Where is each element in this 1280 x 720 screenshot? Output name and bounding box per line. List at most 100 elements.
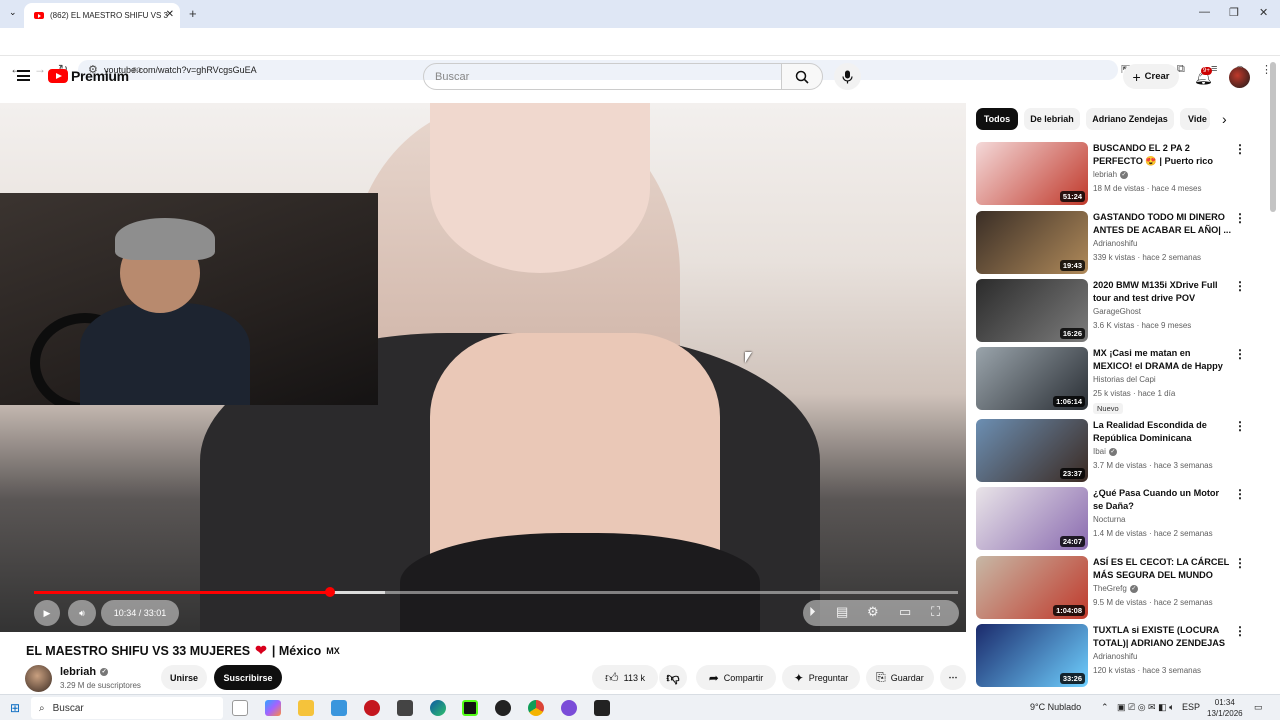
window-close-icon[interactable]: ✕: [1259, 6, 1268, 19]
recommendation-channel[interactable]: Historias del Capi: [1093, 375, 1156, 384]
mail-icon[interactable]: [397, 700, 413, 716]
recommendation-item[interactable]: 1:06:14 MX ¡Casi me matan en MEXICO! el D…: [976, 347, 1266, 414]
more-vertical-icon[interactable]: ⋮: [1234, 624, 1246, 638]
file-explorer-icon[interactable]: [298, 700, 314, 716]
recommendation-item[interactable]: 1:04:08 ASÍ ES EL CECOT: LA CÁRCEL MÁS SE…: [976, 556, 1266, 620]
discord-icon[interactable]: [561, 700, 577, 716]
more-vertical-icon[interactable]: ⋮: [1234, 419, 1246, 433]
ask-button[interactable]: ✦ Preguntar: [782, 665, 860, 690]
channel-avatar[interactable]: [25, 665, 52, 692]
recommendation-item[interactable]: 16:26 2020 BMW M135i XDrive Full tour and…: [976, 279, 1266, 343]
autoplay-toggle-icon[interactable]: ⏵: [809, 604, 816, 620]
store-icon[interactable]: [331, 700, 347, 716]
recommendation-channel[interactable]: Ibai ✓: [1093, 447, 1117, 456]
fullscreen-icon[interactable]: ⛶: [931, 604, 940, 620]
edge-icon[interactable]: [430, 700, 446, 716]
tray-chevron-icon[interactable]: ⌃: [1101, 702, 1109, 713]
taskbar-clock[interactable]: 01:34 13/1/2026: [1207, 697, 1243, 719]
recommendation-channel[interactable]: Nocturna: [1093, 515, 1125, 524]
kick-icon[interactable]: [462, 700, 478, 716]
recommendation-title[interactable]: ASÍ ES EL CECOT: LA CÁRCEL MÁS SEGURA DE…: [1093, 556, 1231, 582]
new-tab-button[interactable]: +: [189, 6, 197, 21]
more-vertical-icon[interactable]: ⋮: [1234, 487, 1246, 501]
tab-close-icon[interactable]: ✕: [166, 9, 174, 20]
recommendation-title[interactable]: 2020 BMW M135i XDrive Full tour and test…: [1093, 279, 1231, 306]
more-vertical-icon[interactable]: ⋮: [1234, 556, 1246, 570]
mute-button[interactable]: 🔊︎: [68, 600, 96, 626]
video-thumbnail[interactable]: 24:07: [976, 487, 1088, 550]
chip-adriano[interactable]: Adriano Zendejas: [1086, 108, 1174, 130]
language-indicator[interactable]: ESP: [1182, 702, 1200, 712]
recommendation-title[interactable]: BUSCANDO EL 2 PA 2 PERFECTO 😍 | Puerto r…: [1093, 142, 1231, 168]
video-thumbnail[interactable]: 51:24: [976, 142, 1088, 205]
recommendation-channel[interactable]: Adrianoshifu: [1093, 239, 1137, 248]
more-vertical-icon[interactable]: ⋮: [1234, 211, 1246, 225]
weather-text[interactable]: 9°C Nublado: [1030, 702, 1081, 712]
chip-videos[interactable]: Vide: [1180, 108, 1210, 130]
search-button[interactable]: [781, 63, 823, 90]
recommendation-channel[interactable]: GarageGhost: [1093, 307, 1141, 316]
recommendation-title[interactable]: GASTANDO TODO MI DINERO ANTES DE ACABAR …: [1093, 211, 1231, 237]
video-duration: 16:26: [1059, 328, 1085, 339]
epic-games-icon[interactable]: [594, 700, 610, 716]
copilot-icon[interactable]: [265, 700, 281, 716]
create-button[interactable]: + Crear: [1123, 64, 1179, 89]
settings-gear-icon[interactable]: ⚙: [867, 604, 879, 620]
recommendation-item[interactable]: 51:24 BUSCANDO EL 2 PA 2 PERFECTO 😍 | Pue…: [976, 142, 1266, 206]
recommendation-channel[interactable]: Adrianoshifu: [1093, 652, 1137, 661]
video-thumbnail[interactable]: 23:37: [976, 419, 1088, 482]
page-scrollbar[interactable]: [1270, 62, 1276, 212]
progress-bar[interactable]: [34, 587, 958, 597]
play-button[interactable]: ▶: [34, 600, 60, 626]
chip-all[interactable]: Todos: [976, 108, 1018, 130]
more-actions-button[interactable]: ⋯: [940, 665, 966, 690]
tab-list-chevron-icon[interactable]: ⌄: [9, 7, 17, 18]
task-view-icon[interactable]: [232, 700, 248, 716]
save-button[interactable]: ⎘ Guardar: [866, 665, 934, 690]
video-thumbnail[interactable]: 1:04:08: [976, 556, 1088, 619]
video-thumbnail[interactable]: 16:26: [976, 279, 1088, 342]
video-thumbnail[interactable]: 1:06:14: [976, 347, 1088, 410]
recommendation-channel[interactable]: lebriah ✓: [1093, 170, 1129, 179]
recommendation-title[interactable]: MX ¡Casi me matan en MEXICO! el DRAMA de…: [1093, 347, 1231, 374]
recommendation-item[interactable]: 19:43 GASTANDO TODO MI DINERO ANTES DE AC…: [976, 211, 1266, 275]
join-button[interactable]: Unirse: [161, 665, 207, 690]
notification-center-icon[interactable]: ▭: [1254, 702, 1263, 713]
subtitles-icon[interactable]: ▤: [836, 604, 848, 620]
more-vertical-icon[interactable]: ⋮: [1234, 142, 1246, 156]
taskbar-search[interactable]: ⌕ Buscar: [31, 697, 223, 719]
account-avatar[interactable]: [1229, 67, 1250, 88]
recommendation-channel[interactable]: TheGrefg ✓: [1093, 584, 1138, 593]
more-vertical-icon[interactable]: ⋮: [1234, 279, 1246, 293]
youtube-premium-logo[interactable]: Premium BO: [48, 68, 141, 84]
chip-from-channel[interactable]: De lebriah: [1024, 108, 1080, 130]
recommendation-title[interactable]: TUXTLA si EXISTE (LOCURA TOTAL)| ADRIANO…: [1093, 624, 1231, 650]
minimize-icon[interactable]: —: [1199, 6, 1210, 18]
windows-start-icon[interactable]: ⊞: [10, 701, 20, 715]
recommendation-title[interactable]: La Realidad Escondida de República Domin…: [1093, 419, 1231, 445]
subscribe-button[interactable]: Suscribirse: [214, 665, 282, 690]
search-input[interactable]: Buscar: [423, 63, 782, 90]
restore-icon[interactable]: ❐: [1229, 6, 1239, 19]
recommendation-item[interactable]: 33:26 TUXTLA si EXISTE (LOCURA TOTAL)| AD…: [976, 624, 1266, 688]
channel-name[interactable]: lebriah ✓: [60, 666, 109, 678]
chrome-icon[interactable]: [528, 700, 544, 716]
video-thumbnail[interactable]: 19:43: [976, 211, 1088, 274]
dislike-button[interactable]: 👎︎: [659, 665, 687, 690]
like-button[interactable]: 👍︎ 113 k: [592, 665, 658, 690]
video-thumbnail[interactable]: 33:26: [976, 624, 1088, 687]
theater-mode-icon[interactable]: ▭: [899, 604, 911, 620]
recommendation-item[interactable]: 23:37 La Realidad Escondida de República …: [976, 419, 1266, 483]
voice-search-button[interactable]: [834, 63, 861, 90]
tray-icons[interactable]: ▣ ⎚ ◎ ✉ ◧ 🔈︎: [1117, 702, 1175, 713]
browser-tab-active[interactable]: (862) EL MAESTRO SHIFU VS 3 ✕: [24, 3, 180, 28]
recommendation-item[interactable]: 24:07 ¿Qué Pasa Cuando un Motor se Daña? N…: [976, 487, 1266, 551]
share-button[interactable]: ➦ Compartir: [696, 665, 776, 690]
progress-scrubber[interactable]: [324, 587, 335, 597]
hamburger-menu-icon[interactable]: [17, 70, 30, 81]
app-red-icon[interactable]: [364, 700, 380, 716]
recommendation-title[interactable]: ¿Qué Pasa Cuando un Motor se Daña?: [1093, 487, 1231, 513]
chevron-right-icon[interactable]: ›: [1222, 111, 1227, 127]
github-icon[interactable]: [495, 700, 511, 716]
more-vertical-icon[interactable]: ⋮: [1234, 347, 1246, 361]
